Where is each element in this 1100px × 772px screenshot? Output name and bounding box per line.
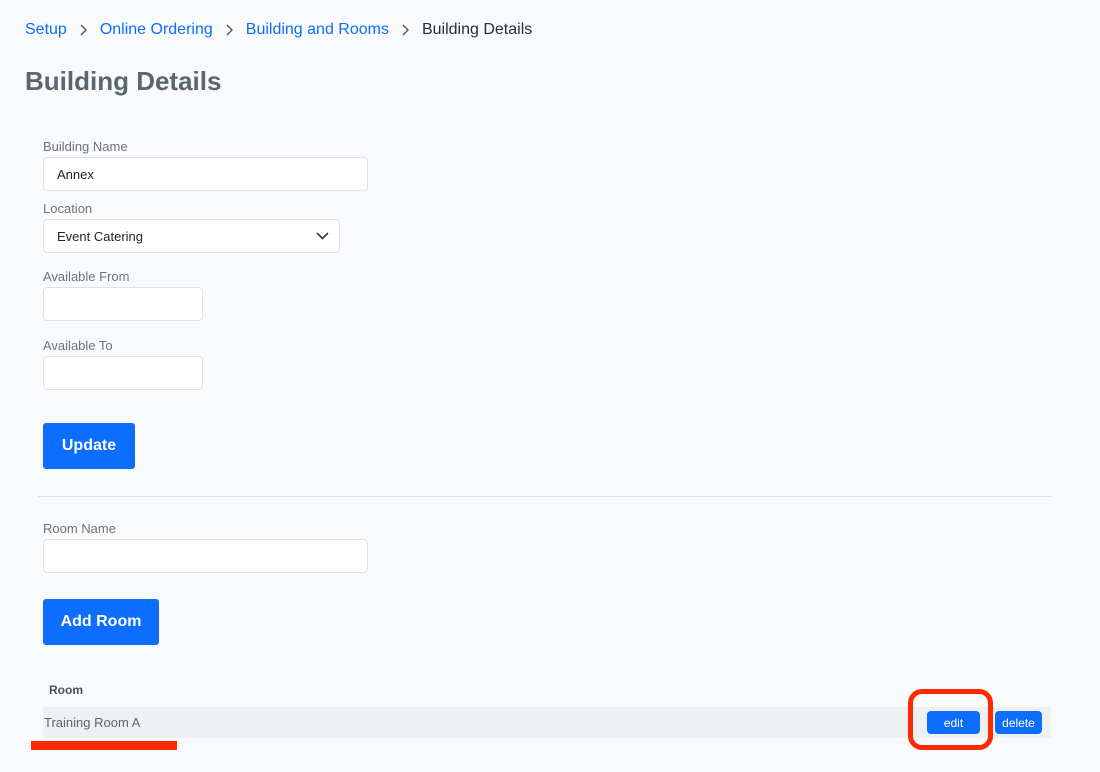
available-to-input[interactable] bbox=[43, 356, 203, 390]
add-room-button[interactable]: Add Room bbox=[43, 599, 159, 645]
breadcrumb-building-and-rooms[interactable]: Building and Rooms bbox=[246, 21, 389, 39]
room-name-cell: Training Room A bbox=[44, 715, 141, 730]
chevron-right-icon bbox=[67, 24, 100, 36]
breadcrumb-current: Building Details bbox=[421, 21, 533, 38]
breadcrumb-setup[interactable]: Setup bbox=[25, 21, 67, 39]
breadcrumb: Setup Online Ordering Building and Rooms… bbox=[25, 20, 532, 40]
available-to-label: Available To bbox=[43, 338, 113, 353]
building-name-input[interactable]: Annex bbox=[43, 157, 368, 191]
room-name-label: Room Name bbox=[43, 521, 116, 536]
room-name-input[interactable] bbox=[43, 539, 368, 573]
chevron-down-icon bbox=[316, 232, 329, 240]
location-select-value: Event Catering bbox=[57, 228, 143, 244]
table-row: Training Room A edit delete bbox=[43, 707, 1051, 738]
annotation-highlight-box bbox=[908, 689, 993, 750]
location-select[interactable]: Event Catering bbox=[43, 219, 340, 253]
delete-button[interactable]: delete bbox=[995, 711, 1042, 734]
section-divider bbox=[38, 496, 1051, 497]
annotation-underline bbox=[31, 741, 177, 750]
page-title: Building Details bbox=[25, 66, 222, 96]
location-label: Location bbox=[43, 201, 93, 216]
building-name-label: Building Name bbox=[43, 139, 128, 154]
chevron-right-icon bbox=[389, 24, 422, 36]
available-from-input[interactable] bbox=[43, 287, 203, 321]
available-from-label: Available From bbox=[43, 269, 130, 284]
room-column-header: Room bbox=[49, 683, 83, 697]
breadcrumb-online-ordering[interactable]: Online Ordering bbox=[100, 21, 213, 39]
update-button[interactable]: Update bbox=[43, 423, 135, 469]
chevron-right-icon bbox=[213, 24, 246, 36]
